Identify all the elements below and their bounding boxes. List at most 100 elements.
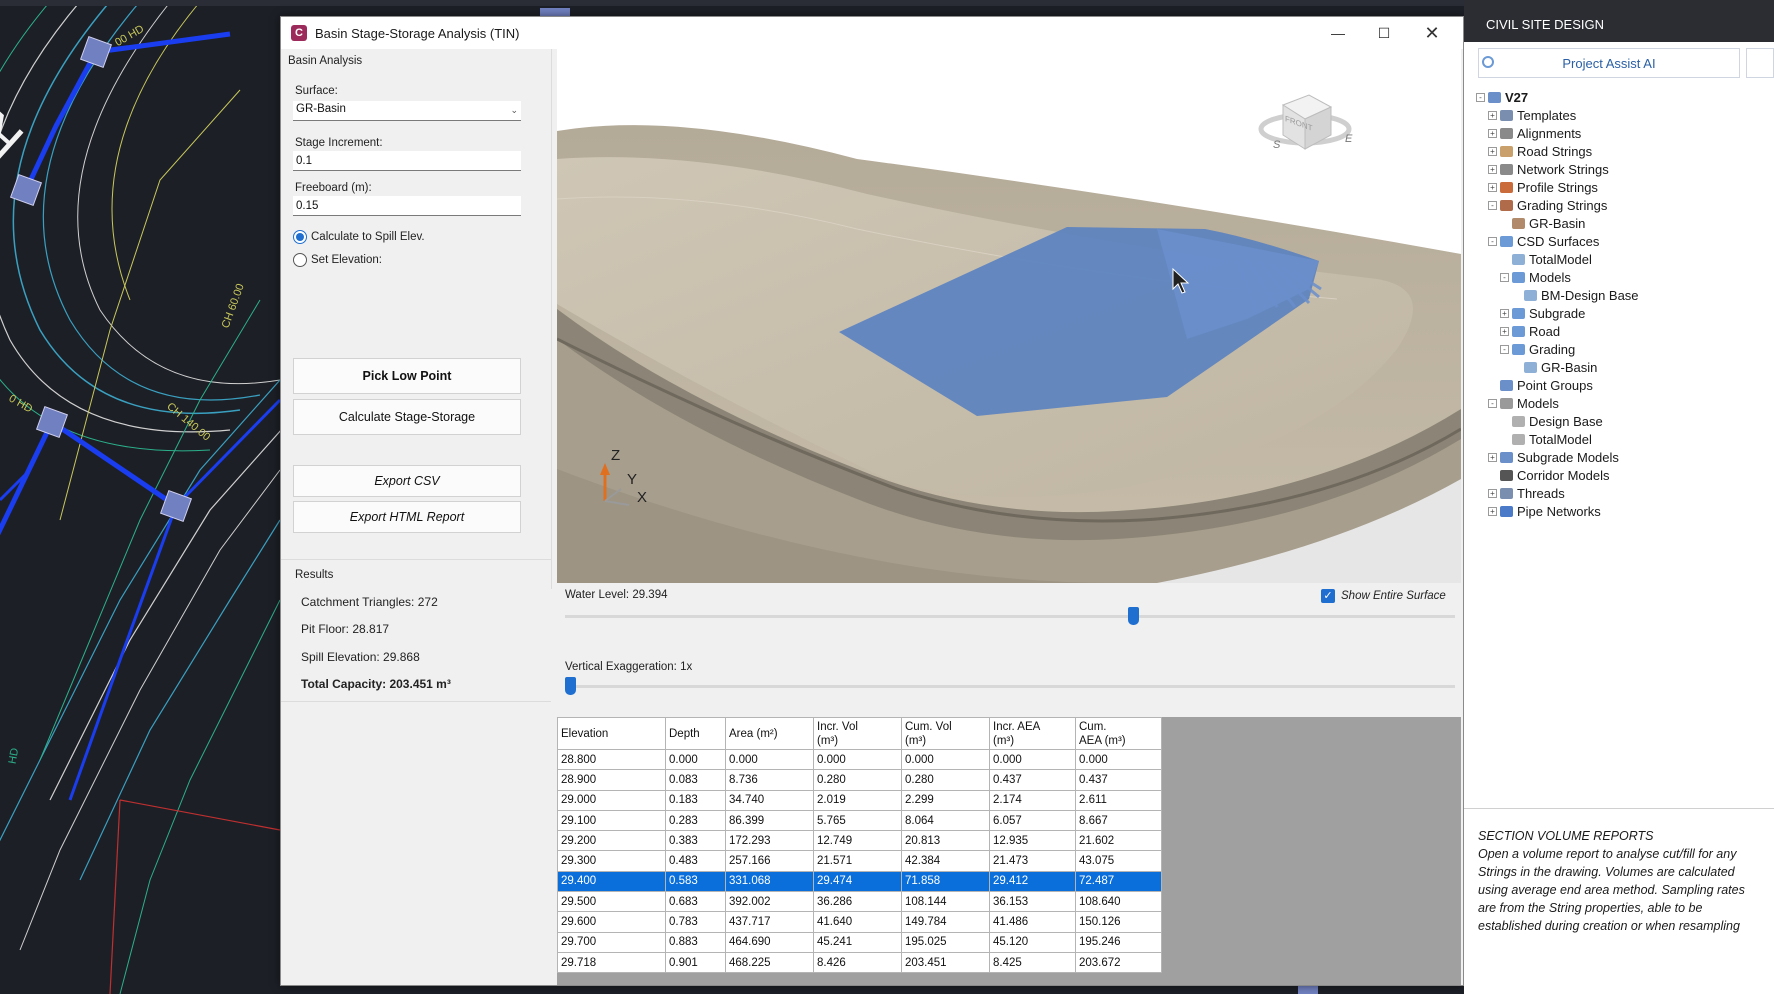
results-label: Results [295,569,334,581]
collapse-icon[interactable]: - [1488,200,1497,210]
tree-node[interactable]: - Models [1488,394,1559,412]
table-cell: 108.640 [1075,891,1162,913]
close-button[interactable]: ✕ [1409,17,1455,49]
tree-node-icon [1500,145,1513,157]
tree-node-label: Alignments [1517,125,1582,141]
table-row[interactable]: 29.700 0.883 464.690 45.241 195.025 45.120 195… [557,931,1162,953]
tree-node[interactable]: Corridor Models [1488,466,1609,484]
tree-node[interactable]: + Road [1500,322,1560,340]
expand-icon[interactable]: + [1488,452,1497,462]
water-level-track[interactable] [565,615,1455,618]
expand-icon[interactable]: + [1500,308,1509,318]
expand-icon[interactable]: + [1500,326,1509,336]
table-cell: 257.166 [725,850,814,872]
freeboard-input[interactable] [293,196,521,216]
table-cell: 29.000 [557,789,666,811]
collapse-icon[interactable]: - [1476,92,1485,102]
surface-select[interactable]: GR-Basin ⌄ [293,101,521,121]
tree-node[interactable]: BM-Design Base [1512,286,1639,304]
tree-node[interactable]: Point Groups [1488,376,1593,394]
stage-increment-input[interactable] [293,151,521,171]
table-row[interactable]: 28.800 0.000 0.000 0.000 0.000 0.000 0.000 [557,748,1162,771]
table-row[interactable]: 29.300 0.483 257.166 21.571 42.384 21.473 43.0… [557,850,1162,872]
project-assist-button[interactable]: Project Assist AI [1478,48,1740,78]
table-row[interactable]: 29.100 0.283 86.399 5.765 8.064 6.057 8.667 [557,809,1162,832]
expand-icon[interactable]: + [1488,110,1497,120]
table-row[interactable]: 29.500 0.683 392.002 36.286 108.144 36.153 108… [557,891,1162,913]
calculate-to-spill-radio[interactable] [293,230,307,244]
table-row[interactable]: 29.200 0.383 172.293 12.749 20.813 12.935 21.6… [557,830,1162,852]
export-html-report-button[interactable]: Export HTML Report [293,501,521,533]
assist-secondary-button[interactable] [1746,48,1774,78]
tree-node[interactable]: + Road Strings [1488,142,1592,160]
table-row[interactable]: 29.400 0.583 331.068 29.474 71.858 29.412 72.4… [557,870,1162,893]
compass-s-label: S [1273,139,1281,151]
tree-node-label: Pipe Networks [1517,503,1601,519]
minimize-button[interactable]: — [1315,17,1361,49]
expand-icon[interactable]: + [1488,164,1497,174]
column-header[interactable]: Incr. Vol (m³) [813,717,902,750]
tree-node-label: Road Strings [1517,143,1593,159]
tree-node[interactable]: + Pipe Networks [1488,502,1601,520]
tree-node-icon [1500,379,1513,391]
tree-node[interactable]: - Models [1500,268,1571,286]
expand-icon[interactable]: + [1488,128,1497,138]
set-elevation-radio[interactable] [293,253,307,267]
expand-icon[interactable]: + [1488,146,1497,156]
table-row[interactable]: 29.000 0.183 34.740 2.019 2.299 2.174 2.611 [557,789,1162,811]
maximize-button[interactable]: ☐ [1361,17,1407,49]
calculate-stage-storage-button[interactable]: Calculate Stage-Storage [293,399,521,435]
expand-icon[interactable]: + [1488,182,1497,192]
3d-viewport[interactable]: FRONT S E Z Y X [557,49,1461,583]
collapse-icon[interactable]: - [1500,272,1509,282]
table-cell: 36.286 [813,891,902,913]
expand-icon[interactable]: + [1488,506,1497,516]
tree-node[interactable]: + Profile Strings [1488,178,1598,196]
tree-node[interactable]: - V27 [1476,88,1528,106]
tree-node[interactable]: + Templates [1488,106,1576,124]
tree-node-label: TotalModel [1529,431,1592,447]
tree-node[interactable]: - CSD Surfaces [1488,232,1599,250]
tree-node[interactable]: TotalModel [1500,250,1592,268]
column-header[interactable]: Cum. AEA (m³) [1075,717,1162,750]
collapse-icon[interactable]: - [1488,398,1497,408]
tree-node[interactable]: - Grading [1500,340,1575,358]
table-cell: 45.241 [813,931,902,953]
table-cell: 8.425 [989,951,1076,974]
tree-node[interactable]: GR-Basin [1512,358,1597,376]
show-entire-surface-checkbox[interactable]: ✓ [1321,589,1335,603]
vertical-exaggeration-track[interactable] [565,685,1455,688]
tree-node[interactable]: + Subgrade Models [1488,448,1619,466]
tree-node[interactable]: + Network Strings [1488,160,1609,178]
column-header[interactable]: Depth [665,717,726,750]
collapse-icon[interactable]: - [1488,236,1497,246]
dialog-titlebar[interactable]: C Basin Stage-Storage Analysis (TIN) — ☐… [281,17,1463,49]
tree-node[interactable]: - Grading Strings [1488,196,1607,214]
table-row[interactable]: 28.900 0.083 8.736 0.280 0.280 0.437 0.437 [557,769,1162,791]
tree-node[interactable]: Design Base [1500,412,1603,430]
column-header[interactable]: Area (m²) [725,717,814,750]
tree-node[interactable]: + Alignments [1488,124,1581,142]
column-header[interactable]: Incr. AEA (m³) [989,717,1076,750]
pick-low-point-button[interactable]: Pick Low Point [293,358,521,394]
table-cell: 464.690 [725,931,814,953]
column-header[interactable]: Cum. Vol (m³) [901,717,990,750]
tree-node[interactable]: + Threads [1488,484,1565,502]
table-row[interactable]: 29.600 0.783 437.717 41.640 149.784 41.486 150… [557,911,1162,933]
water-level-slider-thumb[interactable] [1127,607,1139,625]
table-cell: 29.100 [557,809,666,832]
expand-icon[interactable]: + [1488,488,1497,498]
column-header[interactable]: Elevation [557,717,666,750]
table-cell: 29.500 [557,891,666,913]
table-cell: 0.583 [665,870,726,893]
tree-node[interactable]: GR-Basin [1500,214,1585,232]
export-csv-button[interactable]: Export CSV [293,465,521,497]
tree-node[interactable]: + Subgrade [1500,304,1585,322]
tree-node-icon [1512,253,1525,265]
vertical-exaggeration-slider-thumb[interactable] [565,677,576,695]
tree-node[interactable]: TotalModel [1500,430,1592,448]
show-entire-surface-label: Show Entire Surface [1341,590,1446,602]
table-row[interactable]: 29.718 0.901 468.225 8.426 203.451 8.425 203.6… [557,951,1162,974]
collapse-icon[interactable]: - [1500,344,1509,354]
tree-node-label: Grading [1529,341,1576,357]
